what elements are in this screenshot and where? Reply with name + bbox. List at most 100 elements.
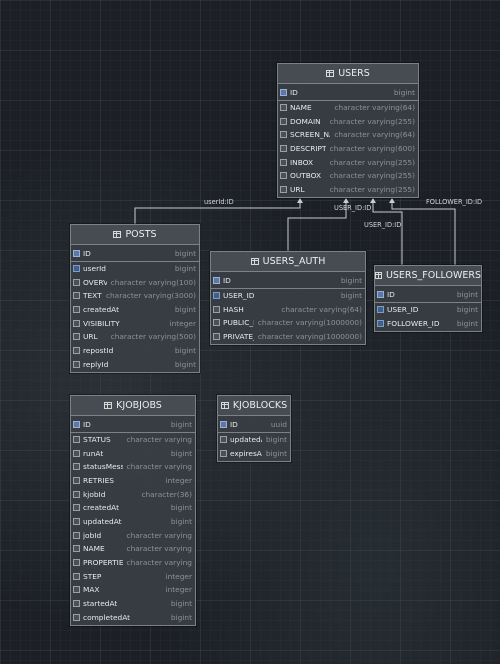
entity-title: POSTS (125, 229, 157, 240)
column-list: ID bigint STATUS character varying runAt bigi… (71, 416, 195, 625)
column-row[interactable]: updatedAtbigint (218, 433, 290, 447)
column-row[interactable]: PROPERTIEScharacter varying (71, 556, 195, 570)
column-name: VISIBILITY (83, 318, 120, 328)
table-icon (375, 272, 382, 279)
column-type: character varying(100) (110, 277, 196, 287)
column-name: userId (83, 263, 106, 273)
column-row[interactable]: OVERVIEWcharacter varying(100) (71, 275, 199, 289)
column-row[interactable]: OUTBOX character varying(255) (278, 169, 418, 183)
column-type: bigint (170, 599, 192, 609)
entity-header[interactable]: KJOBJOBS (71, 396, 195, 416)
column-row[interactable]: URL character varying(500) (71, 330, 199, 344)
column-name: FOLLOWER_ID (387, 318, 440, 328)
column-row[interactable]: VISIBILITY integer (71, 316, 199, 330)
column-row[interactable]: USER_ID bigint (375, 303, 481, 317)
column-list: ID bigint NAME character varying(64) DOMAIN c… (278, 84, 418, 197)
column-name: OVERVIEW (83, 277, 107, 287)
column-icon (73, 517, 80, 525)
column-row[interactable]: userId bigint (71, 262, 199, 276)
entity-header[interactable]: USERS_FOLLOWERS (375, 266, 481, 286)
foreign-key-icon (377, 319, 384, 327)
entity-header[interactable]: POSTS (71, 225, 199, 245)
column-type: character varying (126, 530, 192, 540)
column-type: character varying (126, 434, 192, 444)
column-row[interactable]: RETRIES integer (71, 474, 195, 488)
column-row[interactable]: FOLLOWER_ID bigint (375, 316, 481, 330)
entity-users[interactable]: USERS ID bigint NAME character varying(64) DO… (277, 63, 419, 199)
column-row[interactable]: replyId bigint (71, 357, 199, 371)
column-row[interactable]: createdAt bigint (71, 501, 195, 515)
column-row[interactable]: ID bigint (71, 417, 195, 433)
entity-header[interactable]: USERS (278, 64, 418, 84)
column-row[interactable]: kjobId character(36) (71, 487, 195, 501)
entity-kjobjobs[interactable]: KJOBJOBS ID bigint STATUS character varying r… (70, 395, 196, 627)
column-name: HASH (223, 304, 244, 314)
column-name: repostId (83, 345, 114, 355)
column-row[interactable]: DOMAIN character varying(255) (278, 114, 418, 128)
column-name: completedAt (83, 612, 131, 622)
column-icon (73, 586, 80, 594)
column-type: character varying (126, 558, 192, 568)
entity-posts[interactable]: POSTSIDbigintuserIdbigintOVERVIEWcharact… (70, 224, 200, 373)
column-row[interactable]: expiresAt bigint (218, 446, 290, 460)
column-row[interactable]: PRIVATE_KEYcharacter varying(1000000) (211, 330, 365, 344)
column-icon (280, 185, 287, 193)
column-row[interactable]: statusMessagecharacter varying (71, 460, 195, 474)
entity-title: USERS (338, 68, 370, 79)
column-row[interactable]: PUBLIC_KEYcharacter varying(1000000) (211, 316, 365, 330)
column-icon (73, 449, 80, 457)
column-row[interactable]: ID bigint (71, 246, 199, 262)
column-row[interactable]: jobId character varying (71, 528, 195, 542)
column-row[interactable]: NAME character varying(64) (278, 101, 418, 115)
column-row[interactable]: runAt bigint (71, 446, 195, 460)
column-icon (280, 131, 287, 139)
column-name: STEP (83, 571, 102, 581)
column-icon (73, 559, 80, 567)
table-icon (113, 231, 122, 238)
column-type: character varying(500) (110, 332, 196, 342)
column-type: character varying(1000000) (257, 331, 362, 341)
column-row[interactable]: createdAt bigint (71, 303, 199, 317)
edge-followers-user-users[interactable] (372, 201, 403, 265)
column-row[interactable]: ID bigint (211, 273, 365, 289)
column-row[interactable]: USER_ID bigint (211, 289, 365, 303)
column-row[interactable]: repostId bigint (71, 344, 199, 358)
column-row[interactable]: INBOX character varying(255) (278, 155, 418, 169)
entity-kjoblocks[interactable]: KJOBLOCKSIDuuidupdatedAtbigintexpiresAtb… (217, 395, 291, 462)
column-row[interactable]: URL character varying(255) (278, 183, 418, 197)
column-name: USER_ID (223, 290, 255, 300)
column-row[interactable]: completedAt bigint (71, 610, 195, 624)
column-name: STATUS (83, 434, 111, 444)
column-row[interactable]: NAME character varying (71, 542, 195, 556)
column-row[interactable]: MAX integer (71, 583, 195, 597)
column-row[interactable]: DESCRIPTIONcharacter varying(600) (278, 142, 418, 156)
column-type: bigint (265, 434, 287, 444)
column-row[interactable]: ID uuid (218, 417, 290, 433)
column-row[interactable]: ID bigint (278, 85, 418, 101)
entity-users-auth[interactable]: USERS_AUTH ID bigint USER_ID bigint HASH chara… (210, 251, 366, 346)
column-type: character varying(600) (329, 143, 415, 153)
column-type: bigint (174, 304, 196, 314)
column-row[interactable]: TEXT character varying(3000) (71, 289, 199, 303)
column-type: bigint (174, 345, 196, 355)
edge-label-posts-users: userId:ID (204, 198, 234, 206)
column-type: character varying(64) (281, 304, 362, 314)
column-type: bigint (174, 263, 196, 273)
column-type: bigint (265, 448, 287, 458)
entity-users-followers[interactable]: USERS_FOLLOWERS ID bigint USER_ID bigint FOLL… (374, 265, 482, 332)
column-type: integer (165, 585, 192, 595)
entity-header[interactable]: KJOBLOCKS (218, 396, 290, 416)
foreign-key-icon (377, 305, 384, 313)
edge-followers-follower-users[interactable] (391, 201, 456, 265)
column-icon (213, 332, 220, 340)
column-row[interactable]: ID bigint (375, 287, 481, 303)
column-row[interactable]: SCREEN_NAME character varying(64) (278, 128, 418, 142)
entity-header[interactable]: USERS_AUTH (211, 252, 365, 272)
column-row[interactable]: HASH character varying(64) (211, 302, 365, 316)
column-row[interactable]: STATUS character varying (71, 433, 195, 447)
column-row[interactable]: updatedAtbigint (71, 515, 195, 529)
column-list: ID bigint USER_ID bigint FOLLOWER_ID bigint (375, 286, 481, 331)
column-name: expiresAt (230, 448, 262, 458)
column-row[interactable]: startedAt bigint (71, 597, 195, 611)
column-row[interactable]: STEP integer (71, 569, 195, 583)
